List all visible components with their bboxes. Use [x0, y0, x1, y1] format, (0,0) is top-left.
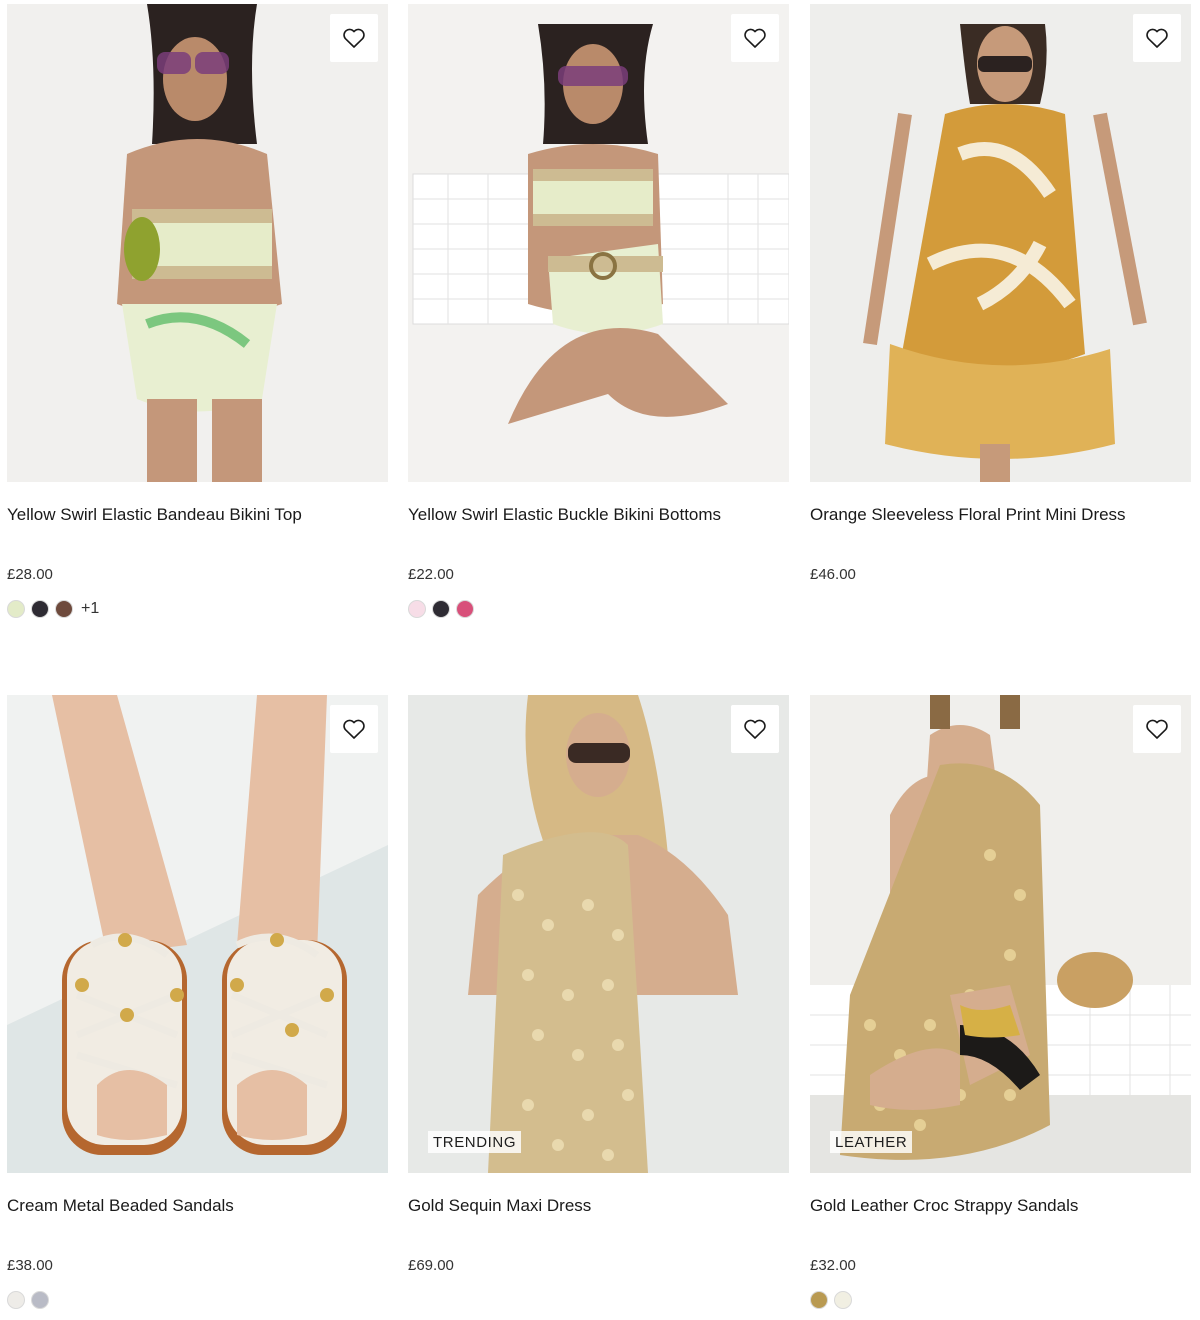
product-image[interactable] — [408, 4, 789, 482]
colour-swatch[interactable] — [456, 600, 474, 618]
wishlist-button[interactable] — [731, 705, 779, 753]
wishlist-button[interactable] — [731, 14, 779, 62]
heart-icon — [1146, 719, 1168, 739]
product-image[interactable] — [7, 695, 388, 1173]
product-grid: Yellow Swirl Elastic Bandeau Bikini Top … — [0, 0, 1200, 1320]
colour-swatch[interactable] — [7, 600, 25, 618]
product-name[interactable]: Yellow Swirl Elastic Buckle Bikini Botto… — [408, 504, 789, 544]
wishlist-button[interactable] — [1133, 705, 1181, 753]
product-card[interactable]: Cream Metal Beaded Sandals £38.00 — [7, 695, 388, 1310]
product-image[interactable]: LEATHER — [810, 695, 1191, 1173]
product-image[interactable]: TRENDING — [408, 695, 789, 1173]
product-name[interactable]: Gold Sequin Maxi Dress — [408, 1195, 789, 1235]
colour-swatch[interactable] — [810, 1291, 828, 1309]
colour-swatches: +1 — [7, 599, 388, 619]
product-price: £38.00 — [7, 1257, 53, 1274]
colour-swatches — [810, 1290, 1191, 1310]
heart-icon — [343, 719, 365, 739]
product-name[interactable]: Yellow Swirl Elastic Bandeau Bikini Top — [7, 504, 388, 544]
product-photo-bikini-bottoms — [408, 4, 789, 482]
product-name[interactable]: Orange Sleeveless Floral Print Mini Dres… — [810, 504, 1191, 544]
wishlist-button[interactable] — [330, 14, 378, 62]
colour-swatch[interactable] — [834, 1291, 852, 1309]
wishlist-button[interactable] — [330, 705, 378, 753]
product-photo-sandals — [7, 695, 388, 1173]
product-name[interactable]: Gold Leather Croc Strappy Sandals — [810, 1195, 1191, 1235]
heart-icon — [1146, 28, 1168, 48]
product-price: £22.00 — [408, 566, 454, 583]
product-photo-sequin-dress — [408, 695, 789, 1173]
product-photo-mini-dress — [810, 4, 1191, 482]
product-photo-bikini-top — [7, 4, 388, 482]
colour-swatches — [408, 599, 789, 619]
colour-swatch[interactable] — [55, 600, 73, 618]
heart-icon — [343, 28, 365, 48]
heart-icon — [744, 719, 766, 739]
product-image[interactable] — [7, 4, 388, 482]
product-card[interactable]: Yellow Swirl Elastic Bandeau Bikini Top … — [7, 4, 388, 619]
colour-swatches — [7, 1290, 388, 1310]
product-price: £69.00 — [408, 1257, 454, 1274]
product-image[interactable] — [810, 4, 1191, 482]
product-price: £32.00 — [810, 1257, 856, 1274]
product-price: £28.00 — [7, 566, 53, 583]
product-price: £46.00 — [810, 566, 856, 583]
wishlist-button[interactable] — [1133, 14, 1181, 62]
product-photo-croc-sandals — [810, 695, 1191, 1173]
product-card[interactable]: LEATHER Gold Leather Croc Strappy Sandal… — [810, 695, 1191, 1310]
product-card[interactable]: TRENDING Gold Sequin Maxi Dress £69.00 — [408, 695, 789, 1276]
heart-icon — [744, 28, 766, 48]
more-colours-count[interactable]: +1 — [81, 600, 99, 618]
colour-swatch[interactable] — [432, 600, 450, 618]
product-name[interactable]: Cream Metal Beaded Sandals — [7, 1195, 388, 1235]
colour-swatch[interactable] — [31, 600, 49, 618]
colour-swatch[interactable] — [31, 1291, 49, 1309]
product-card[interactable]: Orange Sleeveless Floral Print Mini Dres… — [810, 4, 1191, 585]
product-tag: TRENDING — [428, 1131, 522, 1153]
colour-swatch[interactable] — [7, 1291, 25, 1309]
product-card[interactable]: Yellow Swirl Elastic Buckle Bikini Botto… — [408, 4, 789, 619]
product-tag: LEATHER — [830, 1131, 913, 1153]
colour-swatch[interactable] — [408, 600, 426, 618]
